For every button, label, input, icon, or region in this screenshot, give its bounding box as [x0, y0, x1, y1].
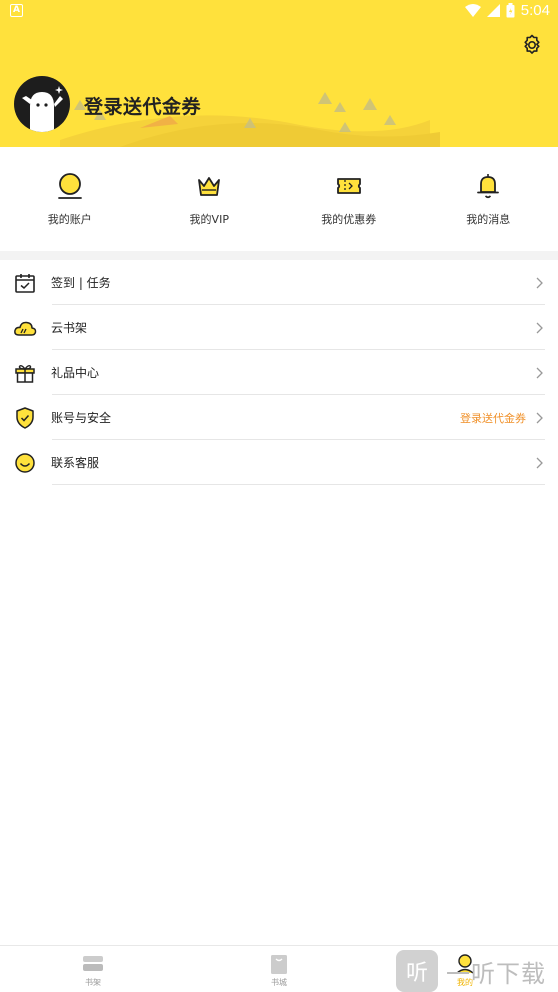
coin-icon — [57, 173, 82, 199]
nav-bookshelf[interactable]: 书架 — [0, 946, 186, 992]
cloud-icon — [14, 321, 37, 336]
menu-item-checkin-tasks[interactable]: 签到 | 任务 — [0, 260, 558, 305]
smile-icon — [15, 452, 35, 473]
menu-list: 签到 | 任务 云书架 礼品中心 账号与安全 登录送代金券 联系客服 — [0, 260, 558, 485]
quick-action-coupons[interactable]: 我的优惠券 — [279, 147, 419, 251]
quick-action-vip[interactable]: 我的VIP — [140, 147, 280, 251]
gift-icon — [15, 364, 35, 383]
quick-action-messages[interactable]: 我的消息 — [419, 147, 558, 251]
shield-icon — [16, 406, 34, 429]
calendar-check-icon — [15, 273, 35, 293]
watermark: 听 一听下载 — [396, 950, 556, 992]
quick-action-label: 我的账户 — [47, 213, 92, 226]
bell-icon — [477, 174, 500, 199]
quick-action-account[interactable]: 我的账户 — [0, 147, 140, 251]
chevron-right-icon — [536, 322, 543, 333]
quick-action-label: 我的优惠券 — [321, 213, 377, 226]
menu-item-label: 签到 | 任务 — [51, 276, 111, 290]
quick-action-label: 我的消息 — [466, 213, 511, 226]
menu-item-customer-service[interactable]: 联系客服 — [0, 440, 558, 485]
quick-actions: 我的账户 我的VIP 我的优惠券 我的消息 — [0, 147, 558, 251]
notification-icon: A — [10, 4, 23, 17]
section-divider — [0, 251, 558, 260]
watermark-logo: 听 — [396, 950, 438, 992]
status-bar: A 5:04 — [0, 0, 558, 24]
profile-header: A 5:04 登录送代金券 — [0, 0, 558, 147]
bookshelf-icon — [83, 956, 103, 971]
menu-item-label: 云书架 — [51, 321, 88, 335]
settings-gear-icon[interactable] — [520, 33, 544, 57]
nav-bookstore[interactable]: 书城 — [186, 946, 372, 992]
security-promo-hint: 登录送代金券 — [460, 411, 526, 425]
chevron-right-icon — [536, 277, 543, 288]
signal-icon — [486, 4, 500, 17]
chevron-right-icon — [536, 412, 543, 423]
watermark-text: 一听下载 — [446, 959, 546, 988]
nav-label: 书架 — [85, 978, 101, 987]
status-time: 5:04 — [520, 2, 550, 19]
shopping-bag-icon — [271, 955, 287, 974]
login-prompt-title[interactable]: 登录送代金券 — [84, 92, 201, 119]
chevron-right-icon — [536, 367, 543, 378]
menu-item-label: 账号与安全 — [51, 411, 112, 425]
row-divider — [52, 484, 545, 485]
menu-item-label: 礼品中心 — [51, 366, 100, 380]
ticket-icon — [336, 178, 361, 194]
crown-icon — [198, 177, 221, 196]
avatar[interactable] — [14, 76, 70, 132]
battery-icon — [506, 3, 515, 18]
menu-item-account-security[interactable]: 账号与安全 登录送代金券 — [0, 395, 558, 440]
ghost-avatar-icon — [22, 86, 63, 132]
menu-item-cloud-shelf[interactable]: 云书架 — [0, 305, 558, 350]
chevron-right-icon — [536, 457, 543, 468]
menu-item-label: 联系客服 — [51, 456, 100, 470]
nav-label: 书城 — [271, 978, 287, 987]
menu-item-gift-center[interactable]: 礼品中心 — [0, 350, 558, 395]
wifi-icon — [464, 3, 481, 17]
status-indicators: 5:04 — [464, 2, 550, 19]
quick-action-label: 我的VIP — [189, 213, 229, 226]
